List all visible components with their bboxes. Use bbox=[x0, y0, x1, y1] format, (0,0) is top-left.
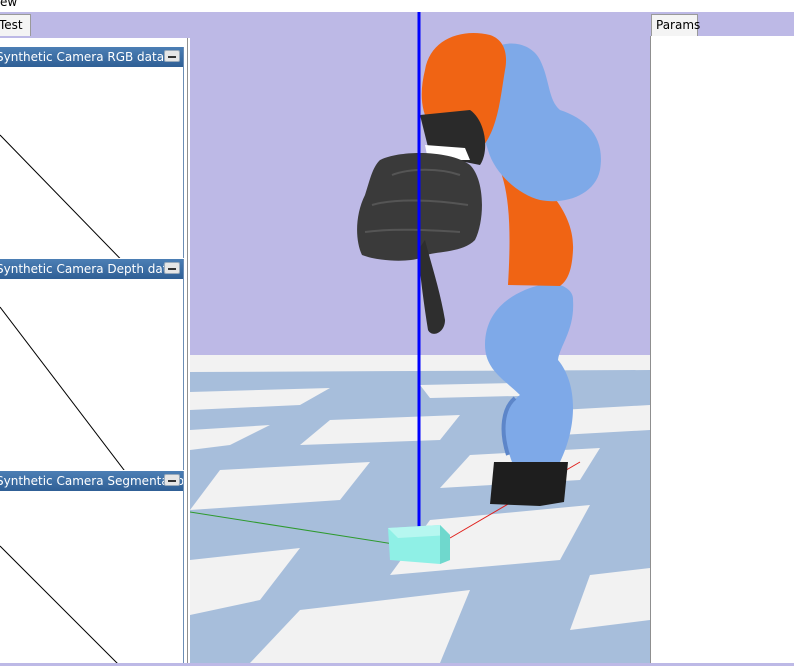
minimize-icon[interactable] bbox=[164, 262, 180, 274]
segmentation-view-window: Synthetic Camera Segmentation Mask bbox=[0, 471, 184, 663]
rgb-image-canvas bbox=[0, 134, 121, 258]
segmentation-view-titlebar[interactable]: Synthetic Camera Segmentation Mask bbox=[0, 471, 183, 491]
left-panel-divider[interactable] bbox=[187, 38, 188, 663]
depth-image-canvas bbox=[0, 306, 125, 470]
segmentation-image-canvas bbox=[0, 545, 118, 663]
depth-view-title: Synthetic Camera Depth data bbox=[0, 262, 175, 276]
depth-view-window: Synthetic Camera Depth data bbox=[0, 259, 184, 470]
depth-view-titlebar[interactable]: Synthetic Camera Depth data bbox=[0, 259, 183, 279]
rgb-view-title: Synthetic Camera RGB data bbox=[0, 50, 165, 64]
rgb-view-titlebar[interactable]: Synthetic Camera RGB data bbox=[0, 47, 183, 67]
params-panel bbox=[650, 36, 794, 663]
tab-test[interactable]: Test bbox=[0, 14, 31, 36]
minimize-icon[interactable] bbox=[164, 50, 180, 62]
menu-bar: ew bbox=[0, 0, 794, 12]
segmentation-view-title: Synthetic Camera Segmentation Mask bbox=[0, 474, 184, 488]
minimize-icon[interactable] bbox=[164, 474, 180, 486]
rgb-view-window: Synthetic Camera RGB data bbox=[0, 47, 184, 258]
view-menu[interactable]: ew bbox=[0, 0, 17, 9]
tab-params[interactable]: Params bbox=[651, 14, 700, 36]
